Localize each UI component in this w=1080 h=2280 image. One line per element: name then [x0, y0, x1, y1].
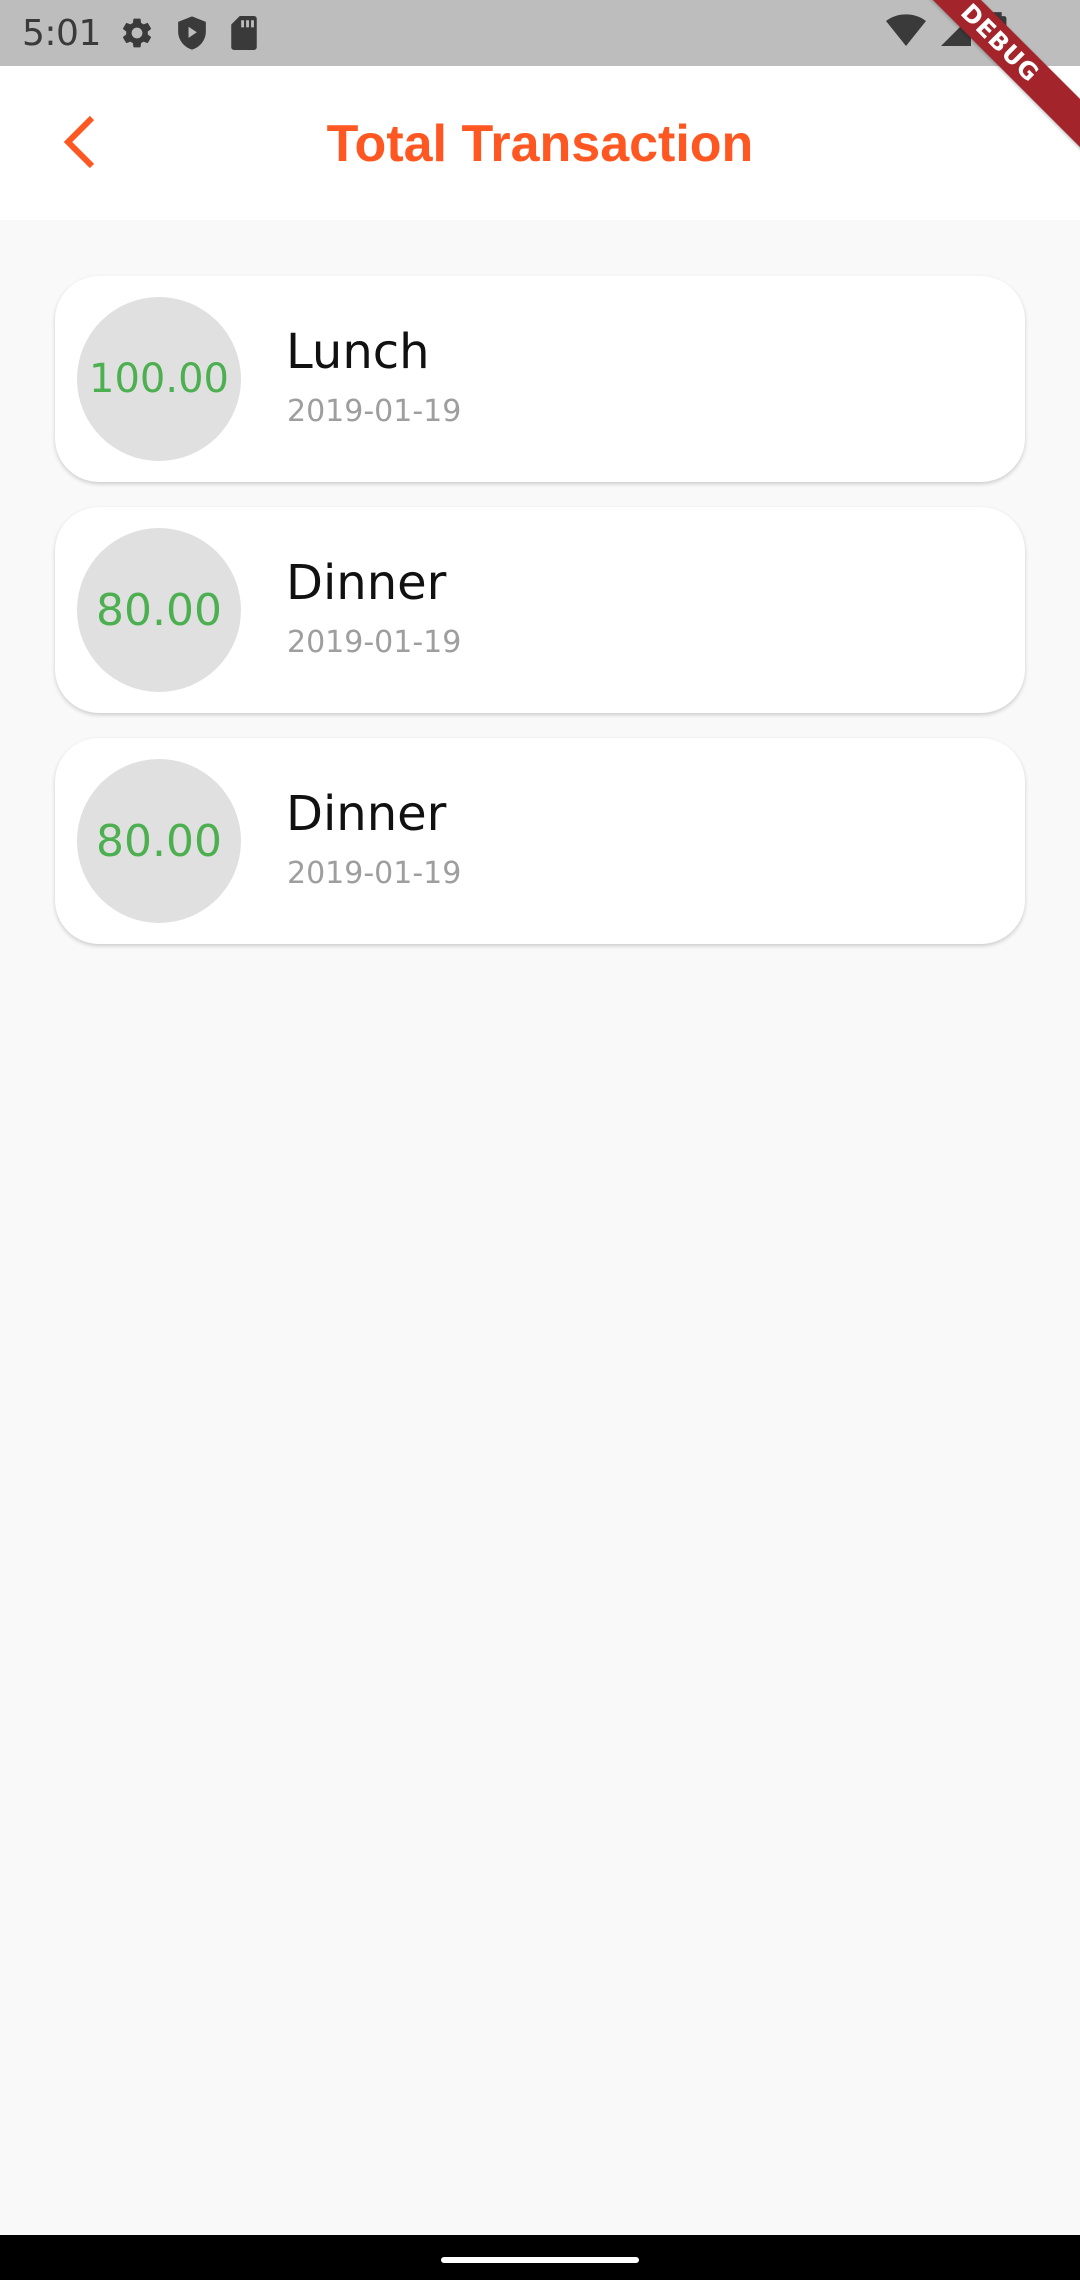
- transaction-amount: 100.00: [89, 356, 229, 402]
- transaction-date: 2019-01-19: [287, 394, 462, 429]
- sd-card-icon: [229, 16, 259, 50]
- page-title: Total Transaction: [326, 115, 754, 173]
- status-bar: 5:01: [0, 0, 1080, 66]
- transaction-amount: 80.00: [96, 815, 222, 867]
- status-time: 5:01: [22, 12, 101, 54]
- navigation-bar: [0, 2235, 1080, 2280]
- app-bar: Total Transaction: [0, 66, 1080, 220]
- gear-icon: [119, 15, 155, 51]
- wifi-icon: [886, 14, 926, 48]
- transaction-title: Dinner: [286, 786, 447, 842]
- transaction-title: Lunch: [286, 324, 430, 380]
- amount-circle: 80.00: [77, 759, 241, 923]
- home-handle[interactable]: [441, 2257, 639, 2263]
- transaction-card[interactable]: 80.00 Dinner 2019-01-19: [55, 738, 1025, 944]
- amount-circle: 100.00: [77, 297, 241, 461]
- transaction-card[interactable]: 100.00 Lunch 2019-01-19: [55, 276, 1025, 482]
- status-left-icons: [119, 15, 259, 51]
- transaction-list: 100.00 Lunch 2019-01-19 80.00 Dinner 201…: [55, 276, 1025, 969]
- amount-circle: 80.00: [77, 528, 241, 692]
- transaction-title: Dinner: [286, 555, 447, 611]
- transaction-date: 2019-01-19: [287, 856, 462, 891]
- shield-play-icon: [175, 15, 209, 51]
- transaction-amount: 80.00: [96, 584, 222, 636]
- transaction-date: 2019-01-19: [287, 625, 462, 660]
- transaction-card[interactable]: 80.00 Dinner 2019-01-19: [55, 507, 1025, 713]
